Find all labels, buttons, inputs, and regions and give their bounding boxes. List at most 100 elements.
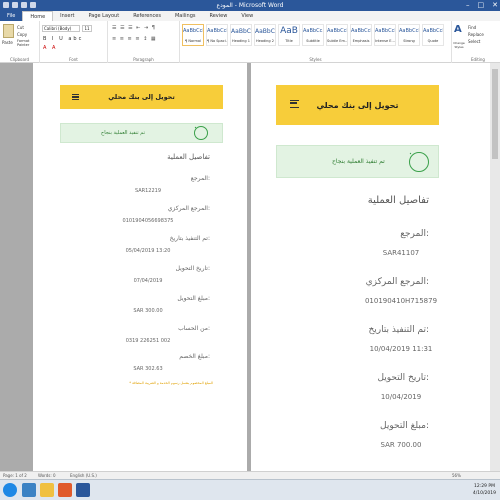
find-button[interactable]: Find [468, 25, 476, 30]
style-preview: AaBbCcDc [423, 28, 443, 34]
select-button[interactable]: Select [468, 39, 480, 44]
left-field-label: من الحساب: [178, 325, 210, 332]
font-name-select[interactable]: Calibri (Body) [42, 25, 80, 32]
close-icon[interactable]: ✕ [492, 0, 498, 11]
style-0[interactable]: AaBbCcDc ¶ Normal [182, 24, 204, 46]
align-buttons[interactable]: ≡ ≡ ≡ ≡ ↕ ▦ [112, 36, 157, 42]
left-field-label: المرجع: [190, 175, 210, 182]
paragraph-label: Paragraph [133, 57, 154, 62]
tab-page-layout[interactable]: Page Layout [81, 11, 126, 21]
left-field-value: SAR12219 [134, 188, 162, 194]
tab-file[interactable]: File [0, 11, 23, 21]
style-10[interactable]: AaBbCcDc Quote [422, 24, 444, 46]
right-field-label: مبلغ التحويل: [380, 421, 429, 431]
word-icon[interactable] [3, 2, 9, 8]
styles-label: Styles [309, 57, 322, 62]
right-field-value: 10/04/2019 [380, 393, 422, 401]
style-preview: AaBbCcDc [327, 28, 347, 34]
style-name: ¶ Normal [184, 39, 201, 43]
word-count[interactable]: Words: 0 [38, 473, 56, 478]
style-7[interactable]: AaBbCcDc Emphasis [350, 24, 372, 46]
list-buttons[interactable]: ☰ ☰ ☰ ⇤ ⇥ ¶ [112, 25, 156, 31]
style-name: Heading 2 [256, 39, 274, 43]
style-6[interactable]: AaBbCcDc Subtle Em... [326, 24, 348, 46]
page-left[interactable]: تحويل إلى بنك محلي تم تنفيذ العملية بنجا… [33, 63, 247, 471]
maximize-icon[interactable]: □ [478, 0, 485, 11]
left-field-value: SAR 302.63 [133, 366, 163, 372]
font-color-buttons[interactable]: A A [43, 45, 57, 51]
undo-icon[interactable] [21, 2, 27, 8]
menu-icon [290, 100, 299, 108]
scroll-thumb[interactable] [492, 69, 498, 159]
tab-mailings[interactable]: Mailings [168, 11, 203, 21]
right-field-value: SAR 700.00 [380, 441, 422, 449]
font-size-select[interactable]: 11 [82, 25, 92, 32]
format-buttons[interactable]: B I U abc [43, 36, 83, 42]
redo-icon[interactable] [30, 2, 36, 8]
clock-time: 12:29 PM [473, 484, 495, 489]
style-4[interactable]: AaB Title [278, 24, 300, 46]
folder-icon[interactable] [40, 483, 54, 497]
tab-review[interactable]: Review [202, 11, 234, 21]
left-field-label: تاريخ التحويل: [175, 265, 210, 272]
change-styles-icon[interactable]: A [454, 24, 462, 35]
minimize-icon[interactable]: – [466, 0, 470, 11]
window-controls: – □ ✕ [438, 0, 498, 11]
document-area[interactable]: تحويل إلى بنك محلي تم تنفيذ العملية بنجا… [0, 63, 500, 471]
style-2[interactable]: AaBbC Heading 1 [230, 24, 252, 46]
paste-button[interactable]: Paste [2, 40, 13, 45]
right-header-bar: تحويل إلى بنك محلي [276, 85, 439, 125]
media-icon[interactable] [58, 483, 72, 497]
style-name: Strong [403, 39, 415, 43]
left-success-box: تم تنفيذ العملية بنجاح [60, 123, 223, 143]
style-preview: AaBbCc. [303, 28, 323, 34]
language[interactable]: English (U.S.) [70, 473, 97, 478]
style-name: Subtitle [306, 39, 320, 43]
title-bar: المودع - Microsoft Word – □ ✕ [0, 0, 500, 11]
style-5[interactable]: AaBbCc. Subtitle [302, 24, 324, 46]
ribbon: Paste Cut Copy Format Painter Clipboard … [0, 21, 500, 63]
left-field-label: تم التنفيذ بتاريخ: [169, 235, 210, 242]
copy-button[interactable]: Copy [17, 32, 27, 37]
style-3[interactable]: AaBbCc Heading 2 [254, 24, 276, 46]
format-painter-button[interactable]: Format Painter [17, 39, 39, 47]
style-name: Heading 1 [232, 39, 250, 43]
start-icon[interactable] [3, 483, 17, 497]
left-success-text: تم تنفيذ العملية بنجاح [101, 130, 145, 136]
page-count[interactable]: Page: 1 of 2 [3, 473, 27, 478]
clipboard-group: Paste Cut Copy Format Painter Clipboard [0, 21, 40, 63]
style-1[interactable]: AaBbCcDc ¶ No Spaci... [206, 24, 228, 46]
right-success-box: تم تنفيذ العملية بنجاح [276, 145, 439, 178]
paste-icon[interactable] [3, 24, 14, 38]
style-preview: AaBbCcDc [351, 28, 371, 34]
left-field-label: مبلغ الخصم: [179, 353, 210, 360]
ie-icon[interactable] [22, 483, 36, 497]
left-field-value: 05/04/2019 13:20 [125, 248, 171, 254]
tab-insert[interactable]: Insert [53, 11, 81, 21]
save-icon[interactable] [12, 2, 18, 8]
right-field-value: 010190410H715879 [364, 297, 438, 305]
tab-view[interactable]: View [234, 11, 260, 21]
vertical-scrollbar[interactable] [490, 63, 500, 471]
replace-button[interactable]: Replace [468, 32, 484, 37]
tab-home[interactable]: Home [22, 11, 54, 21]
style-8[interactable]: AaBbCcDc Intense E... [374, 24, 396, 46]
style-preview: AaBbC [231, 28, 251, 35]
word-taskbar-icon[interactable] [76, 483, 90, 497]
style-preview: AaBbCcDc [183, 28, 203, 34]
menu-icon [72, 94, 79, 100]
page-right[interactable]: تحويل إلى بنك محلي تم تنفيذ العملية بنجا… [251, 63, 490, 471]
clock[interactable]: 12:29 PM 4/10/2019 [473, 483, 496, 497]
change-styles-button[interactable]: Change Styles [452, 41, 466, 49]
zoom-level[interactable]: 56% [452, 473, 461, 478]
left-field-value: 0319 226251 002 [125, 338, 171, 344]
style-9[interactable]: AaBbCcDc Strong [398, 24, 420, 46]
taskbar: 12:29 PM 4/10/2019 [0, 479, 500, 500]
cut-button[interactable]: Cut [17, 25, 24, 30]
style-preview: AaBbCcDc [375, 28, 395, 34]
left-note: * المبلغ المخصوم يشمل رسوم الخدمة و الضر… [129, 381, 213, 385]
left-field-value: 0101904056698375 [122, 218, 174, 224]
style-name: ¶ No Spaci... [207, 39, 227, 43]
tab-references[interactable]: References [126, 11, 168, 21]
clock-date: 4/10/2019 [472, 491, 496, 496]
